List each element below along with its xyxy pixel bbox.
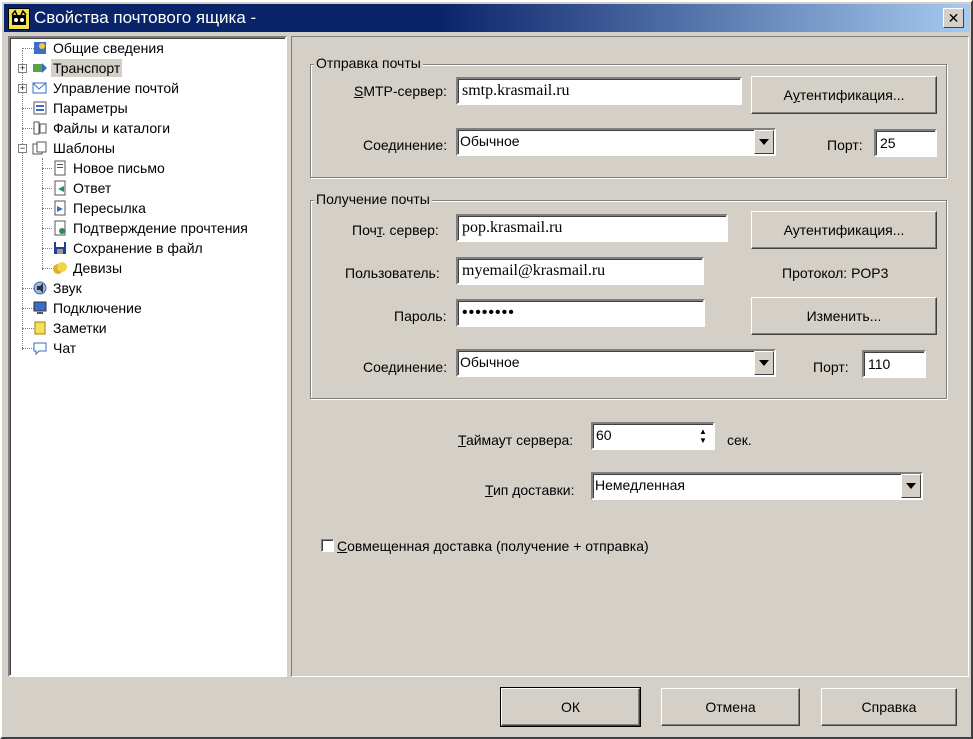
cancel-button[interactable]: Отмена — [661, 688, 800, 726]
tree-item-new-letter[interactable]: Новое письмо — [52, 158, 167, 178]
tree-item-label: Файлы и каталоги — [53, 120, 171, 136]
mail-management-expander[interactable]: + — [18, 84, 27, 93]
tree-item-label: Звук — [53, 280, 82, 296]
user-input[interactable]: myemail@krasmail.ru — [456, 257, 704, 285]
tree-item-label: Шаблоны — [53, 140, 115, 156]
tree-item-forward[interactable]: Пересылка — [52, 198, 148, 218]
tree-item-label: Новое письмо — [73, 160, 165, 176]
ok-button[interactable]: ОК — [500, 687, 641, 727]
chevron-down-icon[interactable] — [754, 130, 774, 154]
tree-item-sound[interactable]: Звук — [32, 278, 84, 298]
tree-item-label: Подтверждение прочтения — [73, 220, 248, 236]
chevron-down-icon[interactable] — [901, 474, 921, 498]
tree-item-mottos[interactable]: Девизы — [52, 258, 124, 278]
connection-icon — [32, 300, 48, 316]
tree-item-read-receipt[interactable]: Подтверждение прочтения — [52, 218, 250, 238]
tree-item-transport[interactable]: Транспорт — [32, 58, 123, 78]
files-folders-icon — [32, 120, 48, 136]
settings-tree[interactable]: + + − Общие сведения Транспорт Управлени… — [8, 36, 287, 677]
tree-item-label: Управление почтой — [53, 80, 179, 96]
timeout-value: 60 — [596, 427, 612, 443]
tree-item-mail-management[interactable]: Управление почтой — [32, 78, 181, 98]
transport-settings-panel: Отправка почты SMTP-сервер: smtp.krasmai… — [291, 36, 969, 677]
mailbox-properties-dialog: Свойства почтового ящика - ✕ + + − Общие… — [0, 0, 973, 739]
info-icon — [32, 40, 48, 56]
change-password-button[interactable]: Изменить... — [751, 297, 937, 335]
save-to-file-icon — [52, 240, 68, 256]
timeout-label: Таймаут сервера: — [458, 432, 574, 448]
send-connection-label: Соединение: — [363, 137, 448, 153]
transport-expander[interactable]: + — [18, 64, 27, 73]
receive-port-input[interactable]: 110 — [862, 350, 926, 378]
receive-connection-value: Обычное — [460, 354, 520, 370]
tree-item-label: Сохранение в файл — [73, 240, 203, 256]
tree-item-parameters[interactable]: Параметры — [32, 98, 130, 118]
tree-item-label: Ответ — [73, 180, 112, 196]
send-port-input[interactable]: 25 — [874, 129, 937, 157]
tree-item-notes[interactable]: Заметки — [32, 318, 109, 338]
delivery-type-select[interactable]: Немедленная — [591, 472, 923, 500]
close-icon: ✕ — [947, 10, 960, 26]
read-receipt-icon — [52, 220, 68, 236]
chat-icon — [32, 340, 48, 356]
tree-item-label: Подключение — [53, 300, 142, 316]
spin-arrows-icon[interactable]: ▲ ▼ — [693, 424, 713, 448]
mottos-icon — [52, 260, 68, 276]
tree-item-save-to-file[interactable]: Сохранение в файл — [52, 238, 205, 258]
send-port-label: Порт: — [827, 137, 863, 153]
tree-item-label: Заметки — [53, 320, 107, 336]
new-letter-icon — [52, 160, 68, 176]
timeout-unit: сек. — [727, 432, 752, 448]
smtp-auth-button[interactable]: Ау тентификация... — [751, 76, 937, 114]
smtp-server-input[interactable]: smtp.krasmail.ru — [456, 77, 742, 105]
receive-connection-label: Соединение: — [363, 359, 448, 375]
combined-delivery-checkbox[interactable] — [321, 539, 334, 552]
tree-item-label: Транспорт — [51, 59, 123, 77]
tree-item-label: Параметры — [53, 100, 128, 116]
receive-port-label: Порт: — [813, 359, 849, 375]
chevron-down-icon[interactable] — [754, 351, 774, 375]
title-bar: Свойства почтового ящика - ✕ — [4, 4, 970, 32]
delivery-type-value: Немедленная — [595, 477, 685, 493]
pop-server-input[interactable]: pop.krasmail.ru — [456, 214, 728, 242]
tree-item-files-folders[interactable]: Файлы и каталоги — [32, 118, 172, 138]
tree-item-label: Девизы — [73, 260, 123, 276]
tree-item-reply[interactable]: Ответ — [52, 178, 113, 198]
password-input[interactable]: •••••••• — [456, 299, 705, 327]
combined-delivery-label[interactable]: Совмещенная доставка (получение + отправ… — [337, 537, 649, 555]
tree-item-label: Общие сведения — [53, 40, 164, 56]
forward-icon — [52, 200, 68, 216]
templates-icon — [32, 140, 48, 156]
templates-expander[interactable]: − — [18, 144, 27, 153]
parameters-icon — [32, 100, 48, 116]
reply-icon — [52, 180, 68, 196]
transport-icon — [32, 60, 48, 76]
pop-auth-button[interactable]: Аутентификация... — [751, 211, 937, 249]
tree-item-connection[interactable]: Подключение — [32, 298, 144, 318]
receive-mail-legend: Получение почты — [314, 191, 432, 207]
pop-server-label: Почт. сервер: — [352, 222, 439, 238]
password-label: Пароль: — [394, 308, 447, 324]
send-connection-value: Обычное — [460, 133, 520, 149]
mail-management-icon — [32, 80, 48, 96]
smtp-server-label: SMTP-сервер: — [354, 83, 447, 99]
tree-item-label: Чат — [53, 340, 77, 356]
notes-icon — [32, 320, 48, 336]
help-button[interactable]: Справка — [821, 688, 957, 726]
tree-item-chat[interactable]: Чат — [32, 338, 78, 358]
send-connection-select[interactable]: Обычное — [456, 128, 776, 156]
tree-item-general[interactable]: Общие сведения — [32, 38, 166, 58]
close-button[interactable]: ✕ — [943, 8, 964, 28]
app-icon — [8, 8, 30, 30]
protocol-text: Протокол: POP3 — [782, 265, 889, 281]
delivery-type-label: Тип доставки: — [485, 482, 575, 498]
sound-icon — [32, 280, 48, 296]
tree-item-templates[interactable]: Шаблоны — [32, 138, 117, 158]
tree-item-label: Пересылка — [73, 200, 146, 216]
timeout-spinner[interactable]: 60 ▲ ▼ — [591, 422, 715, 450]
receive-connection-select[interactable]: Обычное — [456, 349, 776, 377]
window-title: Свойства почтового ящика - — [34, 8, 257, 27]
user-label: Пользователь: — [345, 265, 440, 281]
send-mail-legend: Отправка почты — [314, 55, 423, 71]
